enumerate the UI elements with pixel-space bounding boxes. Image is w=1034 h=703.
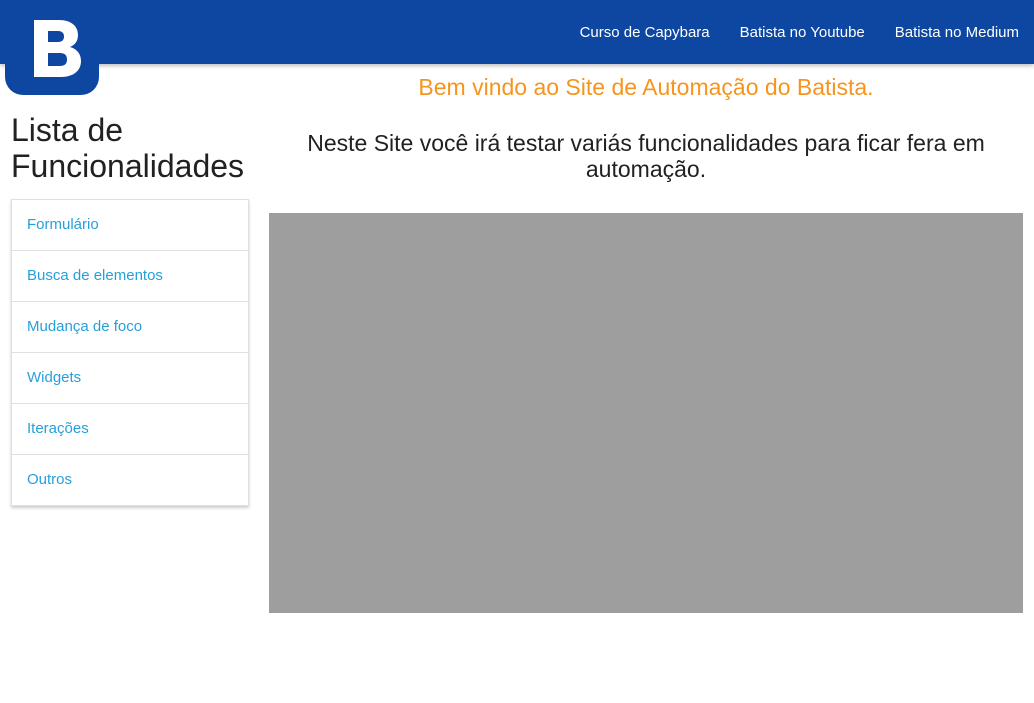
menu-item-busca-elementos[interactable]: Busca de elementos [12,251,248,302]
sidebar-title: Lista de Funcionalidades [11,112,245,184]
nav-link-medium[interactable]: Batista no Medium [880,24,1034,41]
nav-link-youtube[interactable]: Batista no Youtube [725,24,880,41]
welcome-heading: Bem vindo ao Site de Automação do Batist… [418,74,874,100]
nav-link-curso-capybara[interactable]: Curso de Capybara [565,24,725,41]
video-embed[interactable] [269,213,1023,613]
top-navbar: Curso de Capybara Batista no Youtube Bat… [0,0,1034,64]
description-text: Neste Site você irá testar variás funcio… [307,130,985,182]
brand-logo[interactable] [5,1,99,95]
menu-item-mudanca-foco[interactable]: Mudança de foco [12,302,248,353]
menu-item-formulario[interactable]: Formulário [12,200,248,251]
functionality-menu: Formulário Busca de elementos Mudança de… [11,199,249,506]
menu-item-outros[interactable]: Outros [12,455,248,505]
logo-b-icon [34,20,81,77]
nav-links: Curso de Capybara Batista no Youtube Bat… [565,0,1034,64]
menu-item-widgets[interactable]: Widgets [12,353,248,404]
menu-item-iteracoes[interactable]: Iterações [12,404,248,455]
